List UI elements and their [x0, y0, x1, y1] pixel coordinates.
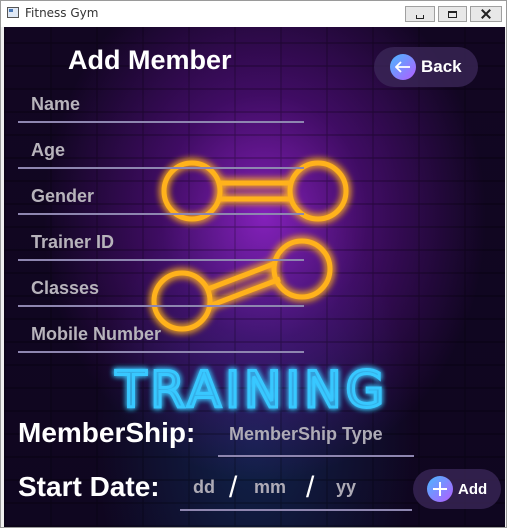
app-icon [7, 7, 19, 18]
close-button[interactable] [470, 6, 502, 22]
trainer-id-placeholder: Trainer ID [31, 232, 115, 252]
app-window: Fitness Gym TRAINING Add Member Back Nam… [0, 0, 507, 528]
maximize-icon [448, 10, 457, 18]
name-field[interactable]: Name [18, 91, 304, 123]
membership-label: MemberShip: [18, 417, 196, 448]
date-underline [180, 509, 412, 511]
date-separator-2: / [306, 471, 315, 504]
plus-icon [427, 476, 453, 502]
age-placeholder: Age [31, 140, 66, 160]
mobile-number-placeholder: Mobile Number [31, 324, 162, 344]
membership-type-placeholder: MemberShip Type [229, 424, 383, 444]
back-button[interactable]: Back [374, 47, 478, 87]
neon-training-text: TRAINING [115, 361, 389, 419]
date-separator-1: / [229, 471, 238, 504]
name-placeholder: Name [31, 94, 81, 114]
classes-placeholder: Classes [31, 278, 100, 298]
form-panel: TRAINING Add Member Back Name Age Gender… [4, 27, 505, 527]
classes-field[interactable]: Classes [18, 275, 304, 307]
minimize-button[interactable] [405, 6, 435, 22]
page-title: Add Member [68, 45, 232, 75]
start-date-label: Start Date: [18, 471, 160, 502]
maximize-button[interactable] [438, 6, 467, 22]
membership-type-field[interactable]: MemberShip Type [218, 419, 414, 457]
gender-placeholder: Gender [31, 186, 95, 206]
trainer-id-field[interactable]: Trainer ID [18, 229, 304, 261]
age-field[interactable]: Age [18, 137, 304, 169]
minimize-icon [416, 14, 424, 19]
title-bar[interactable]: Fitness Gym [1, 1, 506, 27]
date-year-field[interactable]: yy [336, 477, 356, 498]
back-button-label: Back [421, 57, 462, 76]
add-button[interactable]: Add [413, 469, 501, 509]
close-icon [481, 9, 491, 19]
date-month-field[interactable]: mm [254, 477, 286, 498]
gender-field[interactable]: Gender [18, 183, 304, 215]
window-title: Fitness Gym [25, 6, 99, 20]
mobile-number-field[interactable]: Mobile Number [18, 321, 304, 353]
add-button-label: Add [458, 480, 488, 498]
date-day-field[interactable]: dd [193, 477, 215, 498]
arrow-left-icon [390, 54, 416, 80]
